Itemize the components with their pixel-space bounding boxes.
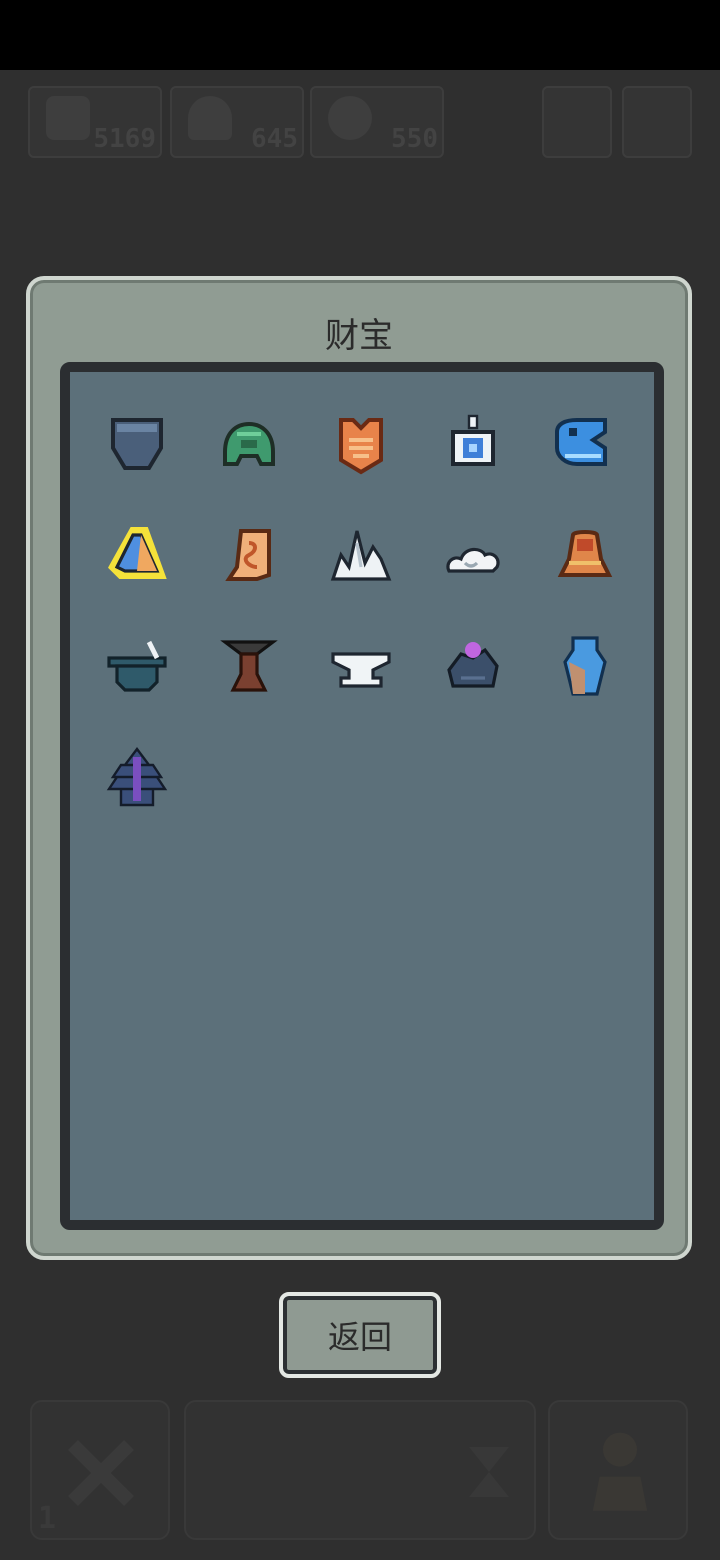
hourglass-icon	[469, 1447, 509, 1497]
green-helmet-treasure-icon	[223, 421, 275, 466]
treasure-slot[interactable]	[321, 404, 401, 484]
back-button[interactable]: 返回	[279, 1292, 441, 1378]
bag-count: 550	[391, 124, 438, 154]
bell-treasure-icon	[557, 530, 613, 577]
hud-menu-button	[542, 86, 612, 158]
treasure-slot[interactable]	[97, 737, 177, 817]
cauldron-treasure-icon	[107, 640, 167, 692]
blue-crystal-treasure-icon	[108, 527, 167, 579]
treasure-slot[interactable]	[433, 515, 513, 595]
stone-icon	[46, 96, 90, 140]
blue-gem-amulet-treasure-icon	[451, 414, 495, 466]
treasure-grid	[60, 362, 664, 1230]
treasure-slot[interactable]	[209, 404, 289, 484]
treasure-slot[interactable]	[97, 515, 177, 595]
treasure-slot[interactable]	[545, 515, 625, 595]
blue-whale-treasure-icon	[555, 418, 607, 466]
bag-resource: 550	[310, 86, 444, 158]
treasure-slot[interactable]	[545, 404, 625, 484]
ore-flower-treasure-icon	[447, 642, 499, 688]
blue-shell-treasure-icon	[563, 636, 607, 696]
orange-armor-treasure-icon	[339, 418, 383, 475]
worker-icon	[592, 1432, 648, 1511]
stone-resource: 5169	[28, 86, 162, 158]
hud-settings-button	[622, 86, 692, 158]
treasure-slot[interactable]	[97, 626, 177, 706]
bottom-slot-right	[548, 1400, 688, 1540]
treasure-slot[interactable]	[209, 626, 289, 706]
white-crystals-treasure-icon	[330, 530, 392, 581]
top-hud: 5169 645 550	[0, 70, 720, 170]
anvil-treasure-icon	[331, 652, 391, 688]
treasure-slot[interactable]	[321, 626, 401, 706]
treasure-slot[interactable]	[545, 626, 625, 706]
treasure-dialog: 财宝	[26, 276, 692, 1260]
treasure-slot[interactable]	[433, 626, 513, 706]
treasure-slot[interactable]	[209, 515, 289, 595]
anvil-stump-treasure-icon	[220, 640, 278, 692]
treasure-slot[interactable]	[321, 515, 401, 595]
pagoda-treasure-icon	[106, 747, 168, 807]
dialog-title: 财宝	[325, 316, 393, 356]
worker-icon	[188, 96, 232, 140]
slot-count: 1	[38, 1501, 57, 1536]
crossed-tools-icon	[68, 1440, 134, 1506]
cloud-treasure-icon	[446, 547, 500, 573]
bottom-slot-left: 1	[30, 1400, 170, 1540]
treasure-slot[interactable]	[97, 404, 177, 484]
scroll-treasure-icon	[225, 529, 271, 581]
treasure-slot[interactable]	[433, 404, 513, 484]
pocket-treasure-icon	[111, 418, 163, 470]
stone-count: 5169	[93, 124, 156, 154]
status-bar	[0, 0, 720, 70]
worker-resource: 645	[170, 86, 304, 158]
bottom-slot-center	[184, 1400, 536, 1540]
worker-count: 645	[251, 124, 298, 154]
bag-icon	[328, 96, 372, 140]
